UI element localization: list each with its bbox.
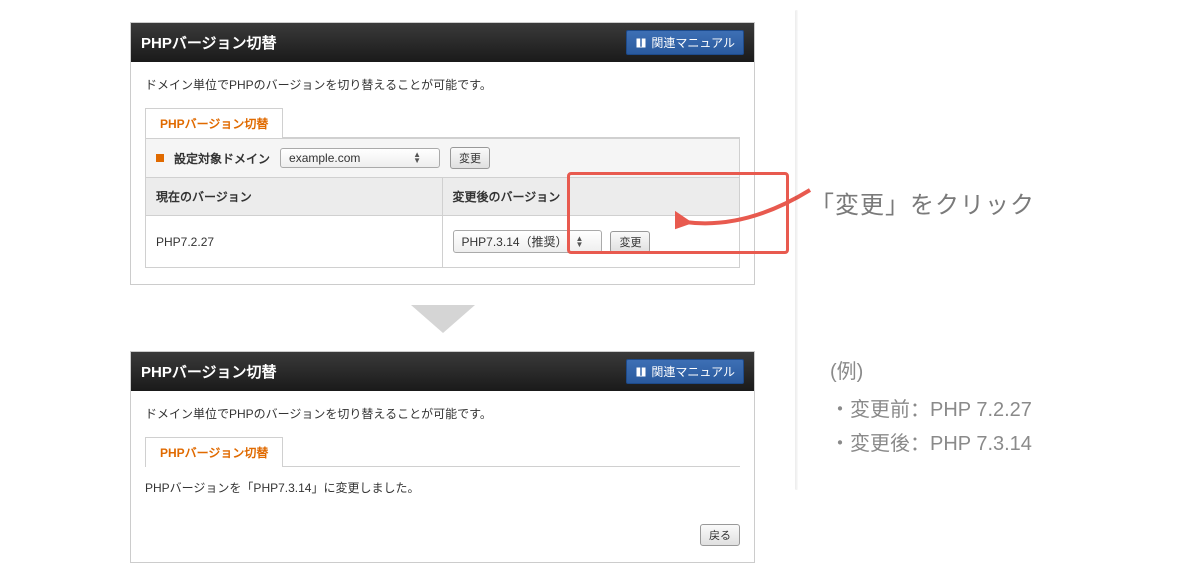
- description-text: ドメイン単位でPHPのバージョンを切り替えることが可能です。: [145, 76, 740, 93]
- panel-header: PHPバージョン切替 関連マニュアル: [131, 23, 754, 62]
- tab-php-version[interactable]: PHPバージョン切替: [145, 437, 283, 467]
- after-version-select[interactable]: PHP7.3.14（推奨） ▲▼: [453, 230, 603, 253]
- current-version-cell: PHP7.2.27: [146, 216, 443, 267]
- after-version-value: PHP7.3.14（推奨）: [462, 233, 568, 250]
- left-column: PHPバージョン切替 関連マニュアル ドメイン単位でPHPのバージョンを切り替え…: [130, 22, 755, 583]
- example-line-before: ・変更前：PHP 7.2.27: [830, 393, 1032, 427]
- vertical-divider: [795, 10, 798, 490]
- book-icon: [635, 366, 647, 378]
- related-manual-button[interactable]: 関連マニュアル: [626, 359, 744, 384]
- version-header-row: 現在のバージョン 変更後のバージョン: [146, 178, 739, 216]
- version-value-row: PHP7.2.27 PHP7.3.14（推奨） ▲▼ 変更: [146, 216, 739, 267]
- domain-select-value: example.com: [289, 151, 360, 165]
- domain-change-button[interactable]: 変更: [450, 147, 490, 169]
- example-line-after: ・変更後：PHP 7.3.14: [830, 427, 1032, 461]
- col-after-version: 変更後のバージョン: [443, 178, 740, 215]
- panel-title: PHPバージョン切替: [141, 361, 277, 382]
- panel-before: PHPバージョン切替 関連マニュアル ドメイン単位でPHPのバージョンを切り替え…: [130, 22, 755, 285]
- panel-header: PHPバージョン切替 関連マニュアル: [131, 352, 754, 391]
- domain-label: 設定対象ドメイン: [174, 150, 270, 167]
- down-arrow-icon: [411, 305, 475, 333]
- annotation-text: 「変更」をクリック: [810, 185, 1035, 220]
- square-bullet-icon: [156, 154, 164, 162]
- col-current-version: 現在のバージョン: [146, 178, 443, 215]
- panel-body: ドメイン単位でPHPのバージョンを切り替えることが可能です。 PHPバージョン切…: [131, 391, 754, 562]
- updown-icon: ▲▼: [413, 152, 421, 164]
- domain-select[interactable]: example.com ▲▼: [280, 148, 440, 168]
- book-icon: [635, 37, 647, 49]
- version-change-button[interactable]: 変更: [610, 231, 650, 253]
- panel-title: PHPバージョン切替: [141, 32, 277, 53]
- manual-button-label: 関連マニュアル: [651, 34, 735, 51]
- manual-button-label: 関連マニュアル: [651, 363, 735, 380]
- example-head: (例): [830, 355, 1032, 389]
- settings-table: 設定対象ドメイン example.com ▲▼ 変更 現在のバージョン 変更後の…: [145, 138, 740, 268]
- description-text: ドメイン単位でPHPのバージョンを切り替えることが可能です。: [145, 405, 740, 422]
- updown-icon: ▲▼: [576, 236, 584, 248]
- result-message: PHPバージョンを「PHP7.3.14」に変更しました。: [145, 479, 740, 496]
- back-button[interactable]: 戻る: [700, 524, 740, 546]
- panel-body: ドメイン単位でPHPのバージョンを切り替えることが可能です。 PHPバージョン切…: [131, 62, 754, 284]
- back-row: 戻る: [145, 524, 740, 546]
- domain-row: 設定対象ドメイン example.com ▲▼ 変更: [146, 139, 739, 178]
- after-version-cell: PHP7.3.14（推奨） ▲▼ 変更: [443, 216, 740, 267]
- panel-after: PHPバージョン切替 関連マニュアル ドメイン単位でPHPのバージョンを切り替え…: [130, 351, 755, 563]
- related-manual-button[interactable]: 関連マニュアル: [626, 30, 744, 55]
- tab-php-version[interactable]: PHPバージョン切替: [145, 108, 283, 138]
- example-block: (例) ・変更前：PHP 7.2.27 ・変更後：PHP 7.3.14: [830, 355, 1032, 461]
- current-version-value: PHP7.2.27: [156, 235, 214, 249]
